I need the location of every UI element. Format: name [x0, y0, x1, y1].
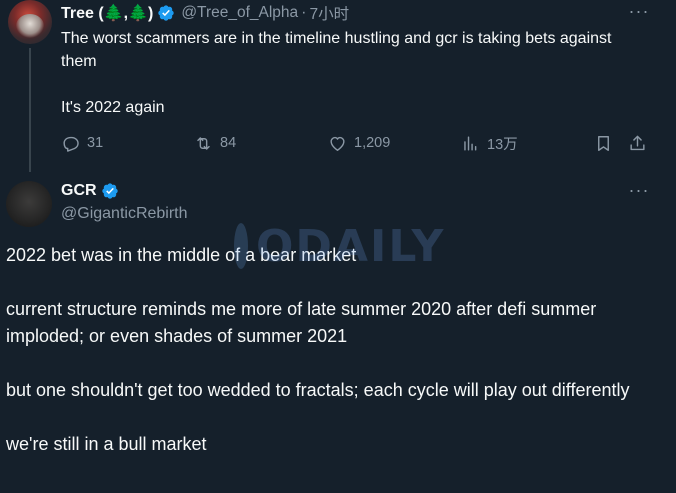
tweet-paragraph: 2022 bet was in the middle of a bear mar… [6, 245, 357, 265]
repost-button[interactable]: 84 [194, 132, 236, 154]
reply-count: 31 [87, 135, 104, 151]
thread-connector-line [29, 48, 31, 172]
tweet-paragraph: but one shouldn't get too wedded to frac… [6, 380, 630, 400]
bookmark-icon [598, 135, 609, 151]
verified-badge-icon [101, 183, 118, 199]
display-name[interactable]: Tree (🌲,🌲) [61, 3, 153, 23]
tweet-text-line: The worst scammers are in the timeline h… [61, 30, 612, 70]
tweet-text: 2022 bet was in the middle of a bear mar… [6, 242, 670, 458]
more-icon[interactable]: ··· [627, 181, 651, 204]
views-button[interactable]: 13万 [461, 132, 518, 154]
like-icon [330, 136, 345, 151]
action-bar: 31 84 1,209 13万 [61, 132, 651, 154]
more-icon[interactable]: ··· [627, 2, 651, 25]
like-count: 1,209 [354, 135, 391, 151]
avatar[interactable] [8, 0, 52, 44]
repost-icon [197, 136, 210, 150]
display-name[interactable]: GCR [61, 182, 97, 200]
verified-badge-icon [158, 5, 174, 21]
tweet-parent[interactable]: Tree (🌲,🌲) @Tree_of_Alpha · 7小时 ··· The … [0, 0, 676, 172]
tweet-main[interactable]: GCR @GiganticRebirth ··· 2022 bet was in… [0, 172, 676, 493]
repost-count: 84 [220, 135, 237, 151]
avatar[interactable] [6, 181, 52, 227]
views-icon [464, 135, 477, 151]
share-button[interactable] [628, 132, 647, 154]
reply-icon [63, 136, 79, 152]
share-icon [630, 135, 645, 150]
like-button[interactable]: 1,209 [328, 132, 390, 154]
tweet-text-line: It's 2022 again [61, 99, 165, 116]
display-name-row: GCR [61, 182, 119, 200]
views-count: 13万 [487, 136, 518, 153]
tweet-header: Tree (🌲,🌲) @Tree_of_Alpha · 7小时 [61, 3, 349, 23]
handle[interactable]: @Tree_of_Alpha [181, 4, 298, 22]
separator-dot: · [301, 4, 307, 21]
tweet-paragraph: we're still in a bull market [6, 434, 207, 454]
tweet-text: The worst scammers are in the timeline h… [61, 27, 631, 119]
handle[interactable]: @GiganticRebirth [61, 205, 188, 223]
reply-button[interactable]: 31 [61, 132, 103, 154]
bookmark-button[interactable] [594, 132, 613, 154]
timestamp[interactable]: 7小时 [309, 2, 349, 24]
tweet-paragraph: current structure reminds me more of lat… [6, 299, 597, 346]
